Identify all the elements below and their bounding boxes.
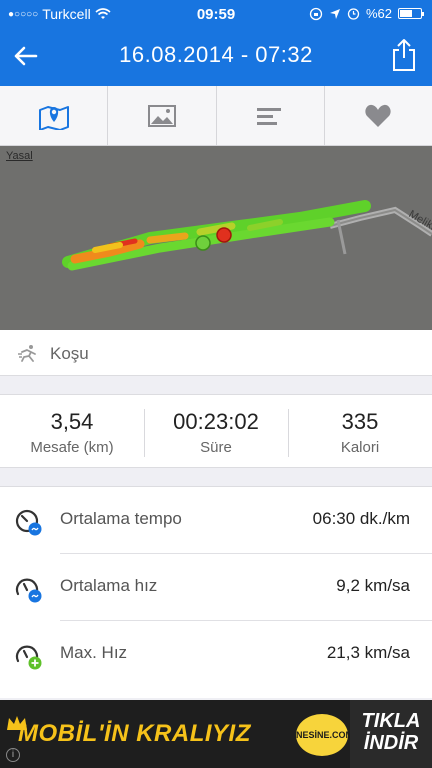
activity-type: Koşu <box>0 330 432 376</box>
detail-row-average-speed: Ortalama hız 9,2 km/sa <box>0 554 432 621</box>
bars-icon <box>257 107 282 125</box>
location-arrow-icon <box>329 8 340 19</box>
map-pin-icon <box>38 105 69 130</box>
pace-gauge-icon <box>15 509 42 536</box>
detail-value: 21,3 km/sa <box>326 643 410 662</box>
stat-label: Mesafe (km) <box>30 439 114 456</box>
alarm-icon <box>347 8 360 20</box>
summary-stats: 3,54 Mesafe (km) 00:23:02 Süre 335 Kalor… <box>0 394 432 468</box>
stat-calories: 335 Kalori <box>288 395 432 467</box>
share-icon[interactable] <box>390 38 418 72</box>
route-track: Meliki <box>62 200 432 271</box>
legal-link[interactable]: Yasal <box>6 150 33 162</box>
stat-value: 335 <box>341 409 379 434</box>
heart-icon <box>365 104 392 127</box>
image-icon <box>147 104 176 127</box>
end-marker <box>216 227 232 243</box>
detail-row-max-speed: Max. Hız 21,3 km/sa <box>0 621 432 688</box>
ad-brand-logo: NESİNE.COM <box>296 714 353 756</box>
ad-slogan: MOBİL'İN KRALIYIZ <box>18 720 251 747</box>
stat-label: Kalori <box>340 439 380 456</box>
stat-duration: 00:23:02 Süre <box>144 395 288 467</box>
ad-info-icon[interactable]: i <box>6 748 20 762</box>
ad-cta-line1: TIKLA <box>361 710 421 732</box>
ad-cta-button[interactable]: TIKLA İNDİR <box>350 700 432 768</box>
detail-row-average-pace: Ortalama tempo 06:30 dk./km <box>0 487 432 554</box>
max-speed-gauge-icon <box>15 645 42 670</box>
navigation-bar: 16.08.2014 - 07:32 <box>0 30 432 86</box>
detail-value: 9,2 km/sa <box>336 576 410 595</box>
tab-heart-rate[interactable] <box>325 86 432 145</box>
speed-gauge-icon <box>15 578 42 603</box>
ad-cta-line2: İNDİR <box>363 732 419 754</box>
tab-stats[interactable] <box>217 86 325 145</box>
battery-percent: %62 <box>365 6 392 21</box>
battery-icon <box>398 8 424 19</box>
detail-name: Max. Hız <box>60 643 128 662</box>
running-icon <box>18 345 36 362</box>
stat-distance: 3,54 Mesafe (km) <box>0 395 144 467</box>
stat-label: Süre <box>200 439 232 456</box>
ad-banner[interactable]: MOBİL'İN KRALIYIZ NESİNE.COM TIKLA İNDİR… <box>0 700 432 768</box>
detail-name: Ortalama tempo <box>60 509 182 528</box>
back-arrow-icon[interactable] <box>10 40 42 72</box>
route-map[interactable]: Meliki Yasal <box>0 146 432 330</box>
header: ●○○○○ Turkcell 09:59 %62 16.08.2014 - 07… <box>0 0 432 86</box>
detail-value: 06:30 dk./km <box>312 509 410 528</box>
tab-map[interactable] <box>0 86 109 145</box>
activity-label: Koşu <box>50 344 89 363</box>
page-title: 16.08.2014 - 07:32 <box>119 42 313 67</box>
start-marker <box>195 235 211 251</box>
tab-photos[interactable] <box>108 86 217 145</box>
detail-tabs <box>0 86 432 146</box>
status-bar: ●○○○○ Turkcell 09:59 %62 <box>0 0 432 28</box>
detail-list: Ortalama tempo 06:30 dk./km Ortalama hız… <box>0 486 432 698</box>
rotation-lock-icon <box>309 7 323 20</box>
activity-detail-screen: ●○○○○ Turkcell 09:59 %62 16.08.2014 - 07… <box>0 0 432 768</box>
stat-value: 3,54 <box>50 409 94 434</box>
detail-name: Ortalama hız <box>60 576 158 595</box>
stat-value: 00:23:02 <box>173 409 259 434</box>
